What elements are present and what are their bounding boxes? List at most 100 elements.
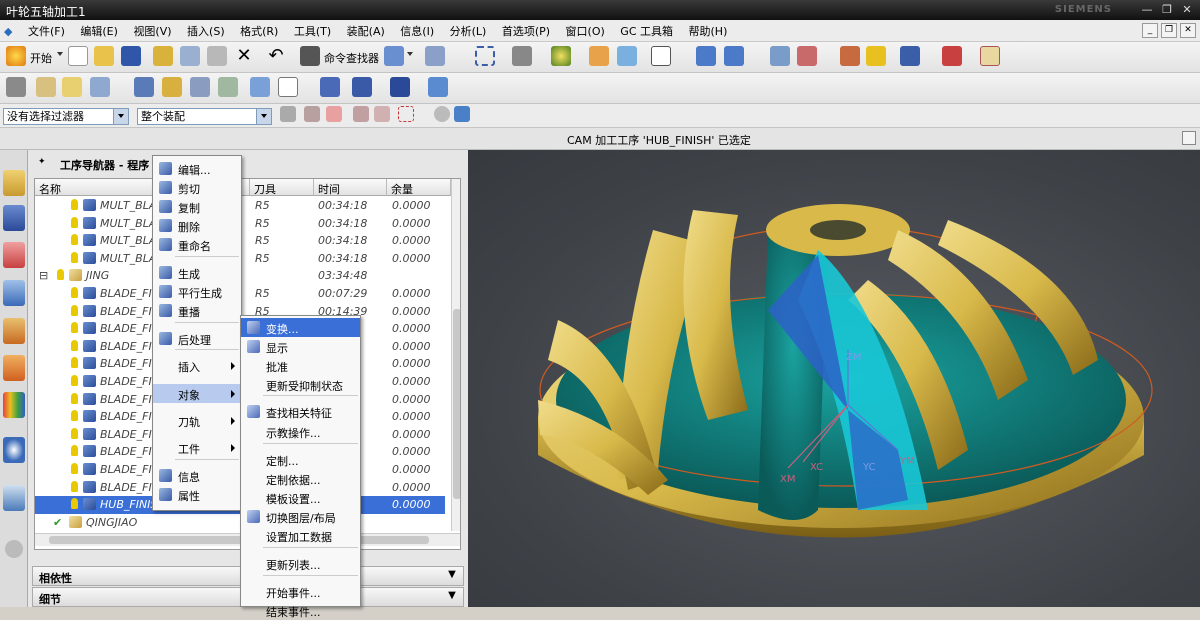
context-menu-item[interactable]: 删除 <box>153 216 241 235</box>
start-button[interactable]: 开始 <box>30 50 52 66</box>
context-menu-item[interactable]: 重命名 <box>153 235 241 254</box>
close-button[interactable]: ✕ <box>1178 3 1196 17</box>
web-browser-icon[interactable] <box>3 437 25 463</box>
command-finder-button[interactable]: 命令查找器 <box>324 50 379 66</box>
history-icon[interactable] <box>3 485 25 511</box>
sphere-icon[interactable] <box>434 106 450 122</box>
submenu-item[interactable]: 模板设置... <box>241 488 360 507</box>
vertical-scrollbar[interactable] <box>451 179 460 531</box>
assembly-navigator-icon[interactable] <box>3 170 25 196</box>
fit-view-icon[interactable] <box>475 46 495 66</box>
filter-settings-icon[interactable] <box>280 106 296 122</box>
submenu-item[interactable]: 查找相关特征 <box>241 402 360 421</box>
view-orient-icon[interactable] <box>512 46 532 66</box>
context-menu-item[interactable]: 工件 <box>153 438 241 457</box>
geometry-view-icon[interactable] <box>190 77 210 97</box>
csys-icon[interactable] <box>696 46 716 66</box>
menu-info[interactable]: 信息(I) <box>394 20 440 39</box>
menu-view[interactable]: 视图(V) <box>127 20 177 39</box>
list-icon[interactable] <box>770 46 790 66</box>
chevron-down-icon[interactable]: ▼ <box>445 569 459 583</box>
app-menu-icon[interactable]: ◆ <box>0 22 18 38</box>
context-menu-item[interactable]: 平行生成 <box>153 282 241 301</box>
chevron-down-icon[interactable] <box>256 109 271 124</box>
background-icon[interactable] <box>651 46 671 66</box>
menu-tools[interactable]: 工具(T) <box>288 20 337 39</box>
delete-icon[interactable]: ✕ <box>234 46 254 66</box>
submenu-item[interactable]: 批准 <box>241 356 360 375</box>
menu-analysis[interactable]: 分析(L) <box>444 20 493 39</box>
shop-doc-icon[interactable] <box>428 77 448 97</box>
point-on-curve-icon[interactable] <box>326 106 342 122</box>
snap-point-icon[interactable] <box>304 106 320 122</box>
scrollbar-thumb[interactable] <box>453 309 460 499</box>
rectangle-select-icon[interactable] <box>398 106 414 122</box>
reuse-library-icon[interactable] <box>3 318 25 344</box>
undo-icon[interactable]: ↶ <box>266 46 286 66</box>
simulate-icon[interactable] <box>352 77 372 97</box>
intersection-icon[interactable] <box>353 106 369 122</box>
submenu-item[interactable]: 定制依据... <box>241 469 360 488</box>
feature-icon[interactable] <box>866 46 886 66</box>
datum-icon[interactable] <box>942 46 962 66</box>
cube-icon[interactable] <box>454 106 470 122</box>
layer-icon[interactable] <box>425 46 445 66</box>
save-icon[interactable] <box>121 46 141 66</box>
snap-icon[interactable] <box>900 46 920 66</box>
create-tool-icon[interactable] <box>36 77 56 97</box>
context-menu-item[interactable]: 插入 <box>153 356 241 375</box>
context-menu-item[interactable]: 剪切 <box>153 178 241 197</box>
generate-toolpath-icon[interactable] <box>250 77 270 97</box>
create-program-icon[interactable] <box>6 77 26 97</box>
menu-assembly[interactable]: 装配(A) <box>341 20 391 39</box>
start-icon[interactable] <box>6 46 26 66</box>
context-menu-item[interactable]: 信息 <box>153 466 241 485</box>
constraint-navigator-icon[interactable] <box>3 205 25 231</box>
minimize-button[interactable]: — <box>1138 3 1156 17</box>
context-menu-item[interactable]: 属性 <box>153 485 241 504</box>
impeller-model[interactable]: ZM XM YM XC YC <box>468 150 1200 607</box>
doc-close-button[interactable]: ✕ <box>1180 23 1196 38</box>
submenu-item[interactable]: 变换... <box>241 318 360 337</box>
submenu-item[interactable]: 更新列表... <box>241 554 360 573</box>
method-view-icon[interactable] <box>218 77 238 97</box>
submenu-item[interactable]: 更新受抑制状态 <box>241 375 360 394</box>
chevron-down-icon[interactable] <box>113 109 128 124</box>
binoculars-icon[interactable] <box>300 46 320 66</box>
menu-gc-toolbox[interactable]: GC 工具箱 <box>614 20 679 39</box>
context-menu-item[interactable]: 对象 <box>153 384 241 403</box>
program-order-view-icon[interactable] <box>134 77 154 97</box>
context-menu-item[interactable]: 重播 <box>153 301 241 320</box>
menu-preferences[interactable]: 首选项(P) <box>496 20 556 39</box>
machine-tool-view-icon[interactable] <box>162 77 182 97</box>
graphics-viewport[interactable]: ZM XM YM XC YC <box>468 150 1200 607</box>
menu-window[interactable]: 窗口(O) <box>560 20 611 39</box>
roles-icon[interactable] <box>5 540 23 558</box>
machine-library-icon[interactable] <box>3 355 25 381</box>
chevron-down-icon[interactable]: ▼ <box>445 590 459 604</box>
submenu-item[interactable]: 结束事件... <box>241 601 360 620</box>
open-folder-icon[interactable] <box>94 46 114 66</box>
context-menu-item[interactable]: 编辑... <box>153 159 241 178</box>
submenu-item[interactable]: 示教操作... <box>241 422 360 441</box>
submenu-item[interactable]: 切换图层/布局 <box>241 507 360 526</box>
list-toolpath-icon[interactable] <box>278 77 298 97</box>
measure-icon[interactable] <box>840 46 860 66</box>
submenu-item[interactable]: 显示 <box>241 337 360 356</box>
point-icon[interactable] <box>797 46 817 66</box>
submenu-item[interactable]: 设置加工数据 <box>241 526 360 545</box>
menu-insert[interactable]: 插入(S) <box>181 20 231 39</box>
submenu-item[interactable]: 开始事件... <box>241 582 360 601</box>
selection-filter-dropdown[interactable]: 没有选择过滤器 <box>3 108 129 125</box>
postprocess-icon[interactable] <box>390 77 410 97</box>
part-navigator-icon[interactable] <box>3 242 25 268</box>
move-object-icon[interactable] <box>724 46 744 66</box>
column-header-time[interactable]: 时间 <box>314 179 387 196</box>
context-menu-item[interactable]: 后处理 <box>153 329 241 348</box>
dimension-icon[interactable] <box>980 46 1000 66</box>
submenu-item[interactable]: 定制... <box>241 450 360 469</box>
scope-dropdown[interactable]: 整个装配 <box>137 108 272 125</box>
paste-icon[interactable] <box>207 46 227 66</box>
column-header-tool[interactable]: 刀具 <box>250 179 314 196</box>
doc-restore-button[interactable]: ❐ <box>1161 23 1177 38</box>
